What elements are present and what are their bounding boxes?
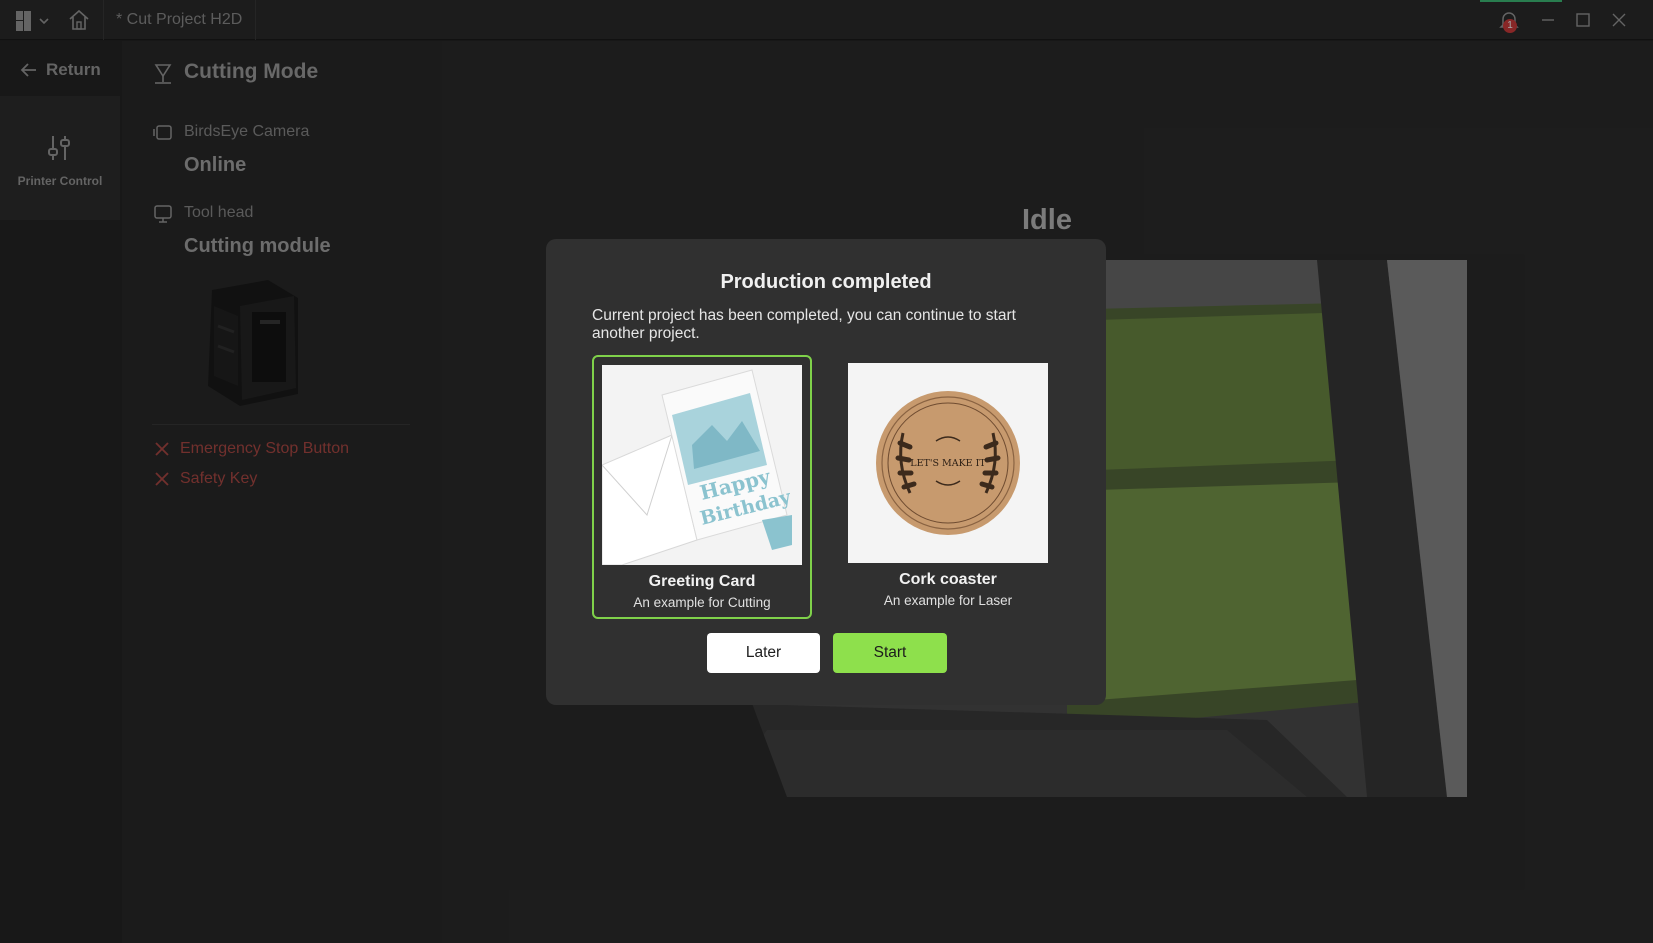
start-button[interactable]: Start (833, 633, 947, 673)
dialog-message: Current project has been completed, you … (592, 307, 1016, 342)
coaster-text: LET'S MAKE IT (910, 458, 986, 469)
project-card-cork-coaster[interactable]: LET'S MAKE IT Cork coaster An example fo… (840, 355, 1060, 619)
card-name: Greeting Card (648, 573, 756, 590)
dialog-title: Production completed (720, 271, 932, 293)
project-card-greeting-card[interactable]: Happy Birthday Greeting Card An example … (592, 355, 812, 619)
greeting-card-image: Happy Birthday (602, 365, 802, 565)
app-window: * Cut Project H2D 1 Return Printer Contr… (0, 0, 1653, 943)
card-subtitle: An example for Laser (883, 593, 1013, 608)
production-completed-dialog: Production completed Current project has… (546, 239, 1106, 705)
card-name: Cork coaster (899, 571, 997, 588)
later-button[interactable]: Later (707, 633, 820, 673)
card-subtitle: An example for Cutting (633, 595, 771, 610)
cork-coaster-image: LET'S MAKE IT (848, 363, 1048, 563)
